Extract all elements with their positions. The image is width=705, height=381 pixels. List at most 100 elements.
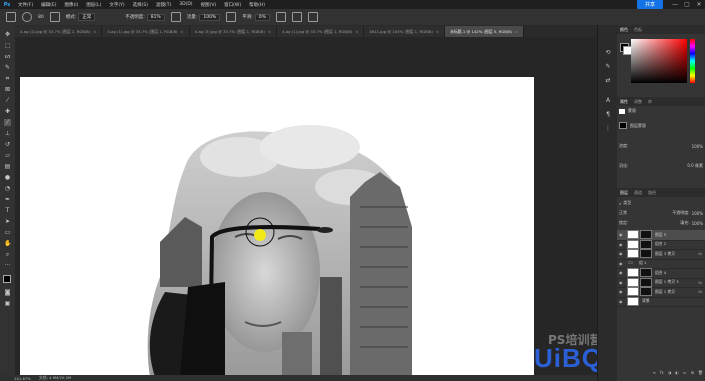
lasso-tool-icon[interactable]: ᔕ — [4, 53, 11, 60]
pressure-opacity-icon[interactable] — [170, 12, 181, 22]
blend-mode-select[interactable]: 正常 — [619, 210, 627, 216]
zoom-level[interactable]: 141.67% — [14, 376, 31, 381]
layer-fx-badge[interactable]: fx — [698, 289, 702, 294]
density-value[interactable]: 100% — [692, 144, 703, 149]
paragraph-icon[interactable]: ¶ — [604, 111, 612, 119]
layer-name[interactable]: 组合 2 — [655, 241, 666, 247]
layer-mask-thumbnail[interactable] — [640, 230, 652, 240]
flow-input[interactable]: 100% — [199, 13, 221, 21]
share-button[interactable]: 共享 — [636, 0, 663, 9]
menu-window[interactable]: 窗口(W) — [220, 2, 245, 8]
eraser-tool-icon[interactable]: ▱ — [4, 152, 11, 159]
close-tab-icon[interactable]: × — [268, 29, 271, 34]
tab-channels[interactable]: 通道 — [631, 190, 645, 196]
layer-row[interactable]: ◉ 背景 — [617, 296, 705, 307]
menu-layer[interactable]: 图层(L) — [82, 2, 105, 8]
crop-tool-icon[interactable]: ⌗ — [4, 75, 11, 82]
smoothing-input[interactable]: 0% — [254, 13, 270, 21]
blur-tool-icon[interactable]: ● — [4, 174, 11, 181]
screen-mode-icon[interactable]: ▣ — [4, 300, 11, 307]
tab-swatches[interactable]: 色板 — [631, 27, 645, 33]
menu-image[interactable]: 图像(I) — [60, 2, 82, 8]
opacity-input[interactable]: 81% — [146, 13, 165, 21]
layer-mask-thumbnail[interactable] — [640, 249, 652, 259]
path-select-tool-icon[interactable]: ➤ — [4, 218, 11, 225]
dodge-tool-icon[interactable]: ◔ — [4, 185, 11, 192]
fx-icon[interactable]: fx — [660, 370, 664, 375]
close-tab-icon[interactable]: × — [515, 29, 518, 34]
maximize-icon[interactable]: ▢ — [681, 1, 693, 8]
menu-type[interactable]: 文字(Y) — [105, 2, 128, 8]
visibility-eye-icon[interactable]: ◉ — [619, 299, 624, 304]
clone-source-icon[interactable]: ⇄ — [604, 77, 612, 85]
pen-tool-icon[interactable]: ✒ — [4, 196, 11, 203]
visibility-eye-icon[interactable]: ◉ — [619, 280, 624, 285]
mode-select[interactable]: 正常 — [78, 13, 96, 21]
gear-icon[interactable] — [275, 12, 286, 22]
brush-tool-icon[interactable]: ⁄ — [4, 119, 11, 126]
pressure-size-icon[interactable] — [291, 12, 302, 22]
menu-select[interactable]: 选择(S) — [129, 2, 152, 8]
visibility-eye-icon[interactable]: ◉ — [619, 251, 624, 256]
layer-thumbnail[interactable] — [627, 268, 639, 278]
new-layer-icon[interactable]: ⊞ — [691, 370, 694, 375]
character-icon[interactable]: A — [604, 97, 612, 105]
airbrush-icon[interactable] — [226, 12, 237, 22]
document-canvas[interactable] — [20, 77, 534, 377]
brush-panel-icon[interactable] — [49, 12, 60, 22]
close-icon[interactable]: ✕ — [693, 1, 705, 8]
minimize-icon[interactable]: — — [669, 1, 681, 8]
add-mask-icon[interactable]: ◑ — [668, 370, 672, 375]
layer-fx-badge[interactable]: fx — [698, 251, 702, 256]
home-icon[interactable] — [6, 12, 16, 22]
layer-mask-thumbnail[interactable] — [640, 287, 652, 297]
layer-thumbnail[interactable] — [627, 296, 639, 306]
menu-view[interactable]: 视图(V) — [197, 2, 221, 8]
menu-file[interactable]: 文件(F) — [14, 2, 37, 8]
tab-libraries[interactable]: 库 — [645, 99, 655, 105]
layer-thumbnail[interactable] — [627, 239, 639, 249]
layer-thumbnail[interactable] — [627, 249, 639, 259]
symmetry-icon[interactable] — [307, 12, 318, 22]
brush-preset-icon[interactable] — [22, 12, 32, 22]
layer-name[interactable]: 组合 4 — [655, 270, 666, 276]
history-icon[interactable]: ⟲ — [604, 49, 612, 57]
foreground-color-swatch[interactable] — [3, 275, 11, 283]
hue-slider[interactable] — [690, 39, 695, 83]
gradient-tool-icon[interactable]: ▤ — [4, 163, 11, 170]
color-picker-field[interactable] — [631, 39, 687, 83]
menu-3d[interactable]: 3D(D) — [175, 2, 196, 7]
menu-help[interactable]: 帮助(H) — [245, 2, 269, 8]
close-tab-icon[interactable]: × — [181, 29, 184, 34]
layer-name[interactable]: 背景 — [642, 298, 650, 304]
hand-tool-icon[interactable]: ✋ — [4, 240, 11, 247]
more-tools-icon[interactable]: ··· — [4, 262, 11, 269]
glyphs-icon[interactable]: ⋮ — [604, 125, 612, 133]
doc-tab[interactable]: 4-ag (1).jpg @ 33.7% (图层 1, RGB/8) × — [102, 26, 190, 37]
layer-filter-select[interactable]: 类型 — [623, 200, 631, 206]
layer-name[interactable]: 图层 1 拷贝 — [655, 289, 675, 295]
layer-opacity-input[interactable]: 100% — [692, 211, 703, 216]
doc-tab[interactable]: 4-ag (1).jpg @ 33.7% (图层 1, RGB/8) × — [277, 26, 365, 37]
marquee-tool-icon[interactable]: ⬚ — [4, 42, 11, 49]
zoom-tool-icon[interactable]: ⌕ — [4, 251, 11, 258]
visibility-eye-icon[interactable]: ◉ — [619, 242, 624, 247]
layer-mask-thumbnail[interactable] — [640, 277, 652, 287]
layer-thumbnail[interactable] — [627, 287, 639, 297]
close-tab-icon[interactable]: × — [355, 29, 358, 34]
eyedropper-tool-icon[interactable]: ⁄ — [4, 97, 11, 104]
type-tool-icon[interactable]: T — [4, 207, 11, 214]
layer-name[interactable]: 图层 5 — [655, 232, 666, 238]
visibility-eye-icon[interactable]: ◉ — [619, 261, 624, 266]
doc-tab-active[interactable]: 未标题-1 @ 142% (图层 5, RGB/8) × — [445, 26, 525, 37]
brush-size[interactable]: 80 — [38, 15, 44, 20]
layer-name[interactable]: 图层 1 拷贝 3 — [655, 279, 679, 285]
layer-mask-thumbnail[interactable] — [640, 268, 652, 278]
quick-select-tool-icon[interactable]: ✎ — [4, 64, 11, 71]
history-brush-tool-icon[interactable]: ↺ — [4, 141, 11, 148]
visibility-eye-icon[interactable]: ◉ — [619, 270, 624, 275]
close-tab-icon[interactable]: × — [93, 29, 96, 34]
close-tab-icon[interactable]: × — [436, 29, 439, 34]
brush-settings-icon[interactable]: ✎ — [604, 63, 612, 71]
tab-paths[interactable]: 路径 — [645, 190, 659, 196]
